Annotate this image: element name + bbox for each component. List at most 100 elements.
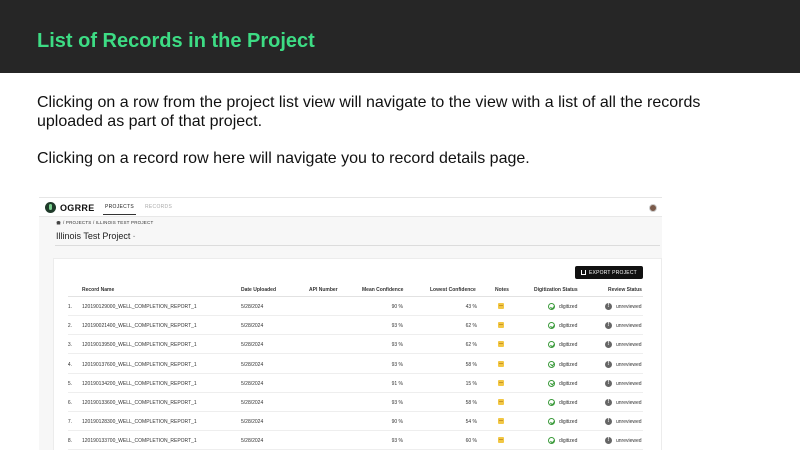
home-icon[interactable] [56,220,61,225]
row-index: 6. [67,400,72,406]
date-uploaded: 5/28/2024 [241,304,264,310]
alert-circle-icon [605,303,612,310]
alert-circle-icon [605,399,612,406]
divider [55,245,660,246]
export-icon [581,270,586,275]
row-index: 2. [67,323,72,330]
ogrre-logo-icon[interactable] [45,202,56,213]
check-circle-icon [548,379,555,387]
brand-name[interactable]: OGRRE [60,203,95,213]
note-icon[interactable] [498,322,504,329]
export-project-label: EXPORT PROJECT [589,270,637,276]
digitization-status: digitized [559,438,578,445]
records-table-card: EXPORT PROJECT Record Name Date Uploaded… [53,258,662,450]
breadcrumb-path[interactable]: / PROJECTS / ILLINOIS TEST PROJECT [63,220,153,225]
note-icon[interactable] [498,399,504,405]
lowest-confidence: 58 % [465,361,477,368]
project-title[interactable]: Illinois Test Project [56,231,130,241]
note-icon[interactable] [498,379,504,386]
mean-confidence: 93 % [391,361,403,368]
review-status: unreviewed [616,419,642,426]
check-circle-icon [548,303,555,310]
row-index: 4. [67,361,72,368]
mean-confidence: 93 % [391,342,403,349]
record-name: 120190129000_WELL_COMPLETION_REPORT_1 [82,304,197,310]
column-header-record-name[interactable]: Record Name [82,287,114,293]
column-header-mean-confidence[interactable]: Mean Confidence [362,287,403,293]
table-row[interactable]: 4. 120190137600_WELL_COMPLETION_REPORT_1 5… [54,355,662,374]
record-name: 120190133600_WELL_COMPLETION_REPORT_1 [82,400,197,406]
digitization-status: digitized [559,380,578,387]
column-header-notes[interactable]: Notes [495,287,509,293]
slide-title: List of Records in the Project [37,30,315,52]
breadcrumb: / PROJECTS / ILLINOIS TEST PROJECT [56,220,153,225]
review-status: unreviewed [616,323,642,330]
digitization-status: digitized [559,419,578,426]
alert-circle-icon [605,360,612,368]
app-screenshot: OGRRE PROJECTS RECORDS / PROJECTS / ILLI… [39,197,662,450]
export-project-button[interactable]: EXPORT PROJECT [575,266,643,279]
review-status: unreviewed [616,361,642,368]
digitization-status: digitized [559,342,578,349]
note-icon[interactable] [498,437,504,444]
lowest-confidence: 15 % [465,380,477,387]
row-index: 1. [67,304,72,310]
column-header-date-uploaded[interactable]: Date Uploaded [241,287,276,293]
review-status: unreviewed [616,342,642,349]
column-header-review-status[interactable]: Review Status [608,287,642,293]
table-row[interactable]: 2. 120190021400_WELL_COMPLETION_REPORT_1 5… [54,316,662,336]
alert-circle-icon [605,418,612,426]
record-name: 120190128300_WELL_COMPLETION_REPORT_1 [82,419,197,426]
check-circle-icon [548,437,555,445]
lowest-confidence: 62 % [465,323,477,330]
table-row[interactable]: 1. 120190129000_WELL_COMPLETION_REPORT_1 5… [54,297,662,316]
nav-tab-projects[interactable]: PROJECTS [102,204,137,215]
digitization-status: digitized [559,304,578,310]
column-header-lowest-confidence[interactable]: Lowest Confidence [430,287,476,293]
date-uploaded: 5/28/2024 [241,419,264,426]
slide: List of Records in the Project Clicking … [0,0,800,450]
table-row[interactable]: 5. 120190134200_WELL_COMPLETION_REPORT_1 5… [54,374,662,393]
digitization-status: digitized [559,323,578,330]
check-circle-icon [548,322,555,330]
date-uploaded: 5/28/2024 [241,438,264,445]
date-uploaded: 5/28/2024 [241,342,264,349]
column-header-api-number[interactable]: API Number [309,287,338,293]
note-icon[interactable] [498,418,504,425]
note-icon[interactable] [498,360,504,367]
mean-confidence: 93 % [391,438,403,445]
mean-confidence: 93 % [391,323,403,330]
chevron-down-icon[interactable]: ⌄ [132,233,136,239]
app-bar: OGRRE PROJECTS RECORDS [39,198,662,217]
row-index: 7. [67,419,72,426]
table-row[interactable]: 3. 120190139500_WELL_COMPLETION_REPORT_1 5… [54,335,662,355]
record-name: 120190134200_WELL_COMPLETION_REPORT_1 [82,380,197,387]
mean-confidence: 90 % [391,419,403,426]
check-circle-icon [548,418,555,426]
avatar[interactable] [649,204,657,212]
date-uploaded: 5/28/2024 [241,380,264,387]
check-circle-icon [548,360,555,368]
column-header-digitization-status[interactable]: Digitization Status [534,287,578,293]
lowest-confidence: 58 % [465,400,477,406]
description-paragraph-1: Clicking on a row from the project list … [37,94,701,130]
note-icon[interactable] [498,303,504,309]
check-circle-icon [548,399,555,406]
description-paragraph-2: Clicking on a record row here will navig… [37,150,530,167]
lowest-confidence: 43 % [465,304,477,310]
table-row[interactable]: 7. 120190128300_WELL_COMPLETION_REPORT_1 5… [54,412,662,432]
mean-confidence: 93 % [391,400,403,406]
table-row[interactable]: 8. 120190133700_WELL_COMPLETION_REPORT_1 5… [54,431,662,450]
mean-confidence: 91 % [391,380,403,387]
table-row[interactable]: 6. 120190133600_WELL_COMPLETION_REPORT_1 5… [54,393,662,412]
note-icon[interactable] [498,341,504,348]
review-status: unreviewed [616,380,642,387]
title-bar: List of Records in the Project [0,0,800,73]
lowest-confidence: 62 % [465,342,477,349]
record-name: 120190137600_WELL_COMPLETION_REPORT_1 [82,361,197,368]
date-uploaded: 5/28/2024 [241,400,264,406]
nav-tab-records[interactable]: RECORDS [145,204,172,210]
row-index: 3. [67,342,72,349]
row-index: 5. [67,380,72,387]
review-status: unreviewed [616,304,642,310]
